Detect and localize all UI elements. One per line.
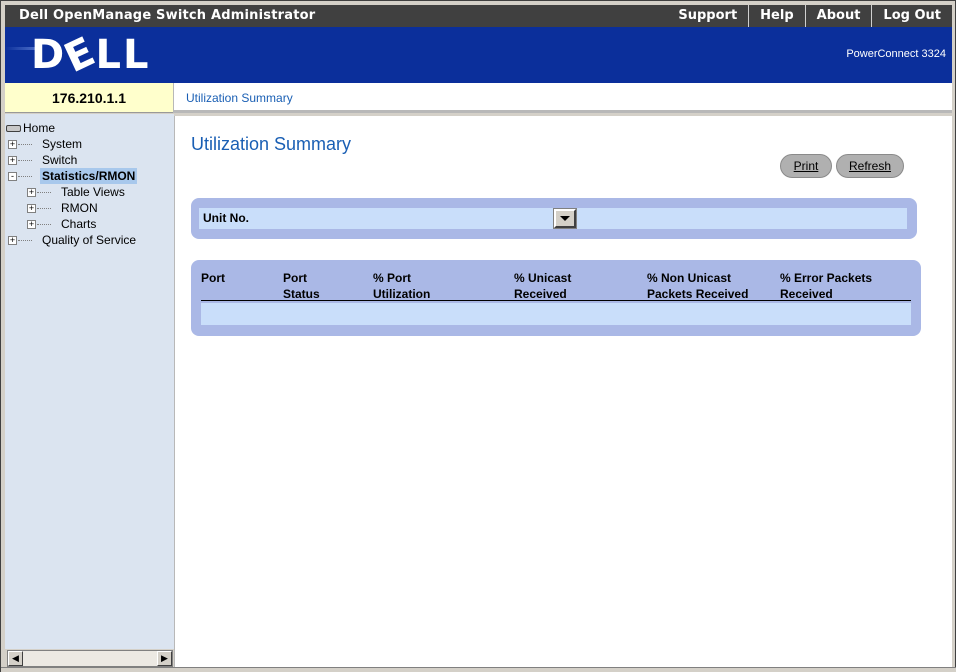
column-header-unicast-received: % Unicast Received [514,271,572,301]
unit-selector-row: Unit No. [199,208,907,229]
nav-item-statistics-rmon[interactable]: - Statistics/RMON [8,168,165,184]
nav-item-label[interactable]: Switch [42,152,77,168]
nav-item-label[interactable]: Table Views [61,184,125,200]
tree-connector [18,160,32,161]
plus-box-icon[interactable]: + [27,220,36,229]
tree-connector [18,240,32,241]
status-strip [1,667,956,672]
nav-item-table-views[interactable]: + Table Views [25,184,165,200]
top-menu: Support Help About Log Out [667,5,952,27]
scrollbar-track[interactable] [23,651,157,666]
nav-item-system[interactable]: + System [8,136,165,152]
breadcrumb-bar: Utilization Summary [173,83,952,113]
breadcrumb: Utilization Summary [186,91,293,105]
support-link[interactable]: Support [667,5,748,27]
plus-box-icon[interactable]: + [27,188,36,197]
column-header-port: Port [201,271,225,285]
scroll-right-icon[interactable]: ▶ [157,651,172,666]
refresh-button[interactable]: Refresh [836,154,904,178]
dell-logo: DELL [31,27,151,83]
minus-box-icon[interactable]: - [8,172,17,181]
column-header-port-status: Port Status [283,271,320,301]
unit-no-dropdown[interactable] [553,208,577,229]
plus-box-icon[interactable]: + [8,236,17,245]
nav-horizontal-scrollbar[interactable]: ◀ ▶ [7,650,173,667]
device-model: PowerConnect 3324 [846,48,946,60]
plus-box-icon[interactable]: + [8,140,17,149]
print-button[interactable]: Print [780,154,832,178]
nav-tree: Home + System + Switch - Statistics/RMON… [6,120,165,248]
scroll-left-icon[interactable]: ◀ [8,651,23,666]
plus-box-icon[interactable]: + [8,156,17,165]
nav-item-label[interactable]: Statistics/RMON [40,168,138,184]
nav-item-switch[interactable]: + Switch [8,152,165,168]
nav-item-label[interactable]: System [42,136,82,152]
tree-connector [18,144,32,145]
help-link[interactable]: Help [748,5,804,27]
tree-connector [37,224,51,225]
logout-link[interactable]: Log Out [871,5,952,27]
nav-home-label[interactable]: Home [23,120,55,136]
about-link[interactable]: About [804,5,872,27]
app-title: Dell OpenManage Switch Administrator [19,8,316,23]
nav-tree-panel: Home + System + Switch - Statistics/RMON… [5,114,174,649]
top-menu-bar: Dell OpenManage Switch Administrator Sup… [5,5,952,27]
utilization-table: Port Port Status % Port Utilization % Unic… [191,260,921,336]
tree-connector [18,176,32,177]
nav-home[interactable]: Home [6,120,165,136]
table-row [201,303,911,325]
nav-item-label[interactable]: RMON [61,200,98,216]
unit-no-label: Unit No. [203,211,249,225]
column-header-port-utilization: % Port Utilization [373,271,431,301]
nav-item-rmon[interactable]: + RMON [25,200,165,216]
tree-connector [37,192,51,193]
plus-box-icon[interactable]: + [27,204,36,213]
column-header-error-packets: % Error Packets Received [780,271,873,301]
unit-selector-panel: Unit No. [191,198,917,239]
table-header: Port Port Status % Port Utilization % Unic… [201,270,911,301]
page-title: Utilization Summary [191,134,352,154]
main-content: Utilization Summary Print Refresh Unit N… [174,116,952,667]
nav-item-label[interactable]: Quality of Service [42,232,136,248]
home-icon [6,125,21,132]
tree-connector [37,208,51,209]
device-ip: 176.210.1.1 [5,83,173,113]
nav-item-label[interactable]: Charts [61,216,96,232]
column-header-non-unicast-received: % Non Unicast Packets Received [647,271,749,301]
banner: DELL PowerConnect 3324 [5,27,952,83]
nav-item-quality-of-service[interactable]: + Quality of Service [8,232,165,248]
browser-window: Dell OpenManage Switch Administrator Sup… [0,0,956,672]
nav-item-charts[interactable]: + Charts [25,216,165,232]
